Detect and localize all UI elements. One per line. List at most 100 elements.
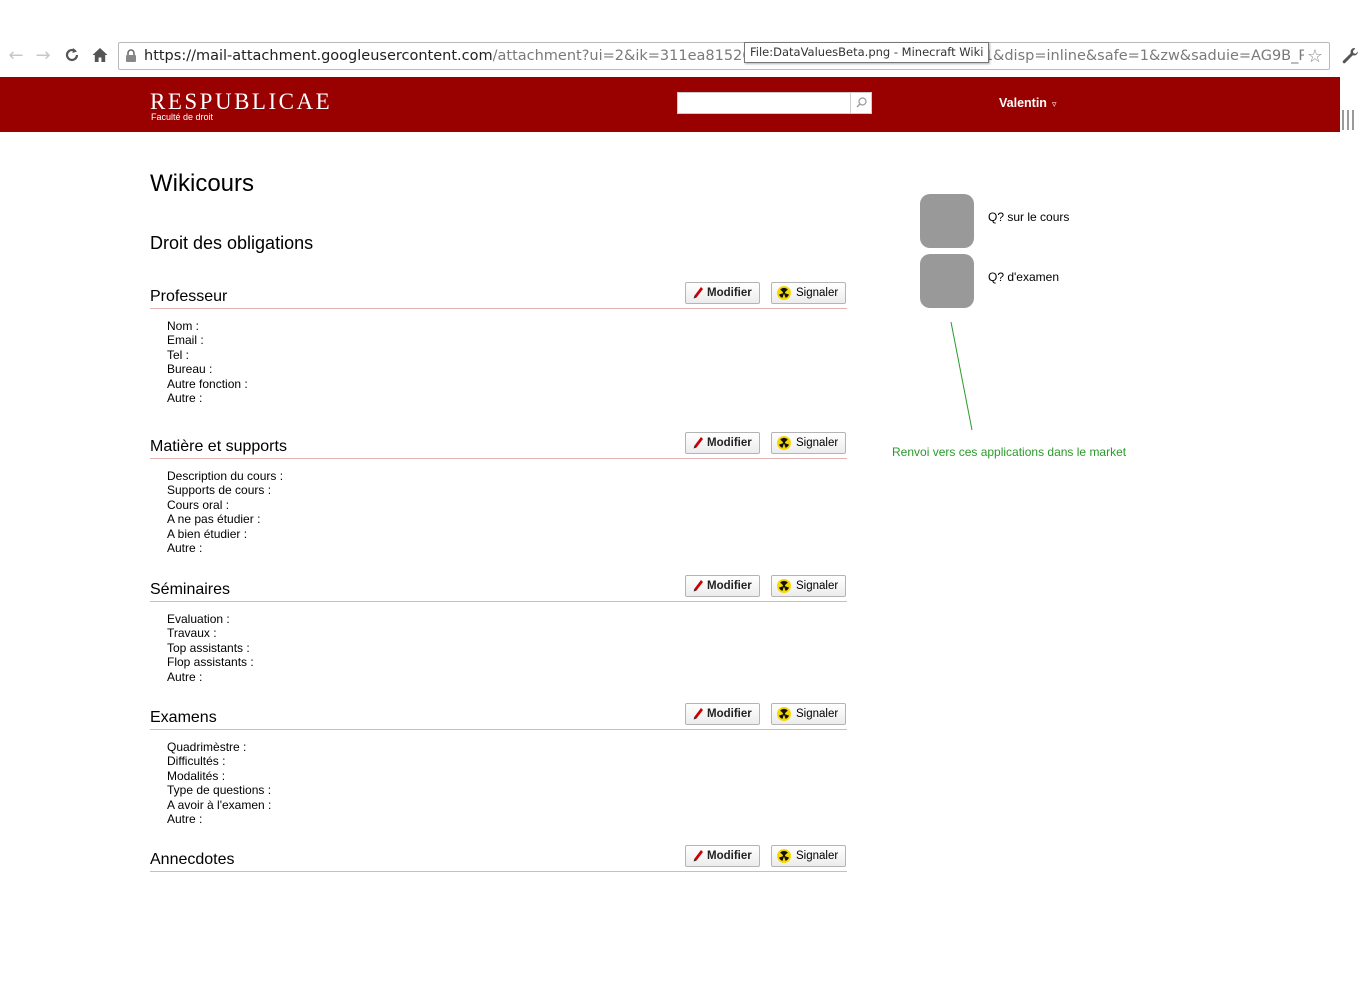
field-list: Nom : Email : Tel : Bureau : Autre fonct…	[167, 319, 248, 405]
field-list: Evaluation : Travaux : Top assistants : …	[167, 612, 254, 684]
field-label: A avoir à l'examen :	[167, 797, 272, 812]
signaler-button[interactable]: Signaler	[771, 845, 846, 867]
section-header: Examens Modifier Signaler	[150, 703, 847, 730]
field-label: Nom :	[167, 319, 200, 333]
course-title: Droit des obligations	[150, 233, 314, 253]
radiation-icon	[777, 436, 791, 450]
field-label: Bureau :	[167, 362, 213, 377]
lock-icon	[126, 49, 136, 62]
search-icon	[856, 97, 867, 108]
section-header: Matière et supports Modifier Signaler	[150, 432, 847, 459]
signaler-button[interactable]: Signaler	[771, 282, 846, 304]
section-examens: Examens Modifier Signaler Quadrimèstre :…	[150, 703, 847, 826]
field-label: Autre :	[167, 812, 203, 827]
browser-chrome: ← → https://mail-attachment.googleuserco…	[0, 0, 1366, 76]
field-label: Cours oral :	[167, 497, 230, 512]
signaler-label: Signaler	[796, 580, 839, 592]
field-label: A bien étudier :	[167, 526, 248, 541]
search-box	[677, 92, 872, 114]
field-label: Top assistants :	[167, 640, 250, 655]
url-text: https://mail-attachment.googleuserconten…	[144, 48, 1304, 64]
tooltip: File:DataValuesBeta.png - Minecraft Wiki	[744, 42, 990, 63]
field-list: Quadrimèstre : Difficultés : Modalités :…	[167, 740, 271, 826]
field-label: Email :	[167, 333, 204, 348]
field-label: Difficultés :	[167, 754, 226, 769]
radiation-icon	[777, 849, 791, 863]
section-title: Annecdotes	[150, 851, 235, 868]
pencil-icon	[693, 850, 703, 862]
annotation-line	[950, 321, 973, 431]
section-matiere: Matière et supports Modifier Signaler De…	[150, 432, 847, 555]
field-list: Description du cours : Supports de cours…	[167, 469, 283, 555]
modifier-label: Modifier	[707, 287, 752, 299]
site-logo-subtitle: Faculté de droit	[151, 112, 214, 122]
field-label: Autre fonction :	[167, 376, 248, 391]
field-label: Evaluation :	[167, 612, 230, 626]
modifier-button[interactable]: Modifier	[685, 703, 760, 725]
search-input[interactable]	[679, 94, 849, 112]
field-label: Modalités :	[167, 768, 226, 783]
site-logo[interactable]: RESPUBLICAE	[150, 90, 332, 114]
wrench-icon[interactable]	[1340, 46, 1360, 66]
user-name: Valentin	[999, 96, 1047, 110]
field-label: Supports de cours :	[167, 483, 272, 498]
radiation-icon	[777, 579, 791, 593]
signaler-button[interactable]: Signaler	[771, 703, 846, 725]
annotation-text: Renvoi vers ces applications dans le mar…	[892, 445, 1127, 459]
field-label: Travaux :	[167, 626, 217, 641]
field-label: Autre :	[167, 669, 203, 684]
app-icon-cours[interactable]	[920, 194, 974, 248]
field-label: Autre :	[167, 391, 203, 406]
section-title: Examens	[150, 709, 217, 726]
forward-arrow-icon[interactable]: →	[33, 46, 53, 66]
modifier-button[interactable]: Modifier	[685, 282, 760, 304]
signaler-label: Signaler	[796, 437, 839, 449]
section-title: Matière et supports	[150, 438, 287, 455]
modifier-label: Modifier	[707, 708, 752, 720]
pencil-icon	[693, 580, 703, 592]
signaler-label: Signaler	[796, 850, 839, 862]
field-label: A ne pas étudier :	[167, 512, 261, 527]
app-icon-examen[interactable]	[920, 254, 974, 308]
reload-icon[interactable]	[62, 46, 82, 66]
section-header: Professeur Modifier Signaler	[150, 282, 847, 309]
back-arrow-icon[interactable]: ←	[6, 46, 26, 66]
signaler-button[interactable]: Signaler	[771, 432, 846, 454]
pencil-icon	[693, 708, 703, 720]
pencil-icon	[693, 287, 703, 299]
section-seminaires: Séminaires Modifier Signaler Evaluation …	[150, 575, 847, 684]
search-button[interactable]	[850, 93, 872, 113]
modifier-label: Modifier	[707, 437, 752, 449]
modifier-button[interactable]: Modifier	[685, 575, 760, 597]
app-label-cours[interactable]: Q? sur le cours	[988, 210, 1069, 224]
section-title: Séminaires	[150, 581, 231, 598]
signaler-label: Signaler	[796, 287, 839, 299]
signaler-label: Signaler	[796, 708, 839, 720]
section-header: Annecdotes Modifier Signaler	[150, 845, 847, 872]
modifier-button[interactable]: Modifier	[685, 432, 760, 454]
field-label: Flop assistants :	[167, 655, 254, 670]
scrollbar-grip[interactable]	[1342, 110, 1362, 130]
address-bar[interactable]: https://mail-attachment.googleuserconten…	[118, 42, 1330, 70]
chevron-down-icon: ▿	[1051, 99, 1057, 109]
radiation-icon	[777, 286, 791, 300]
modifier-label: Modifier	[707, 850, 752, 862]
user-menu[interactable]: Valentin ▿	[999, 96, 1056, 110]
field-label: Tel :	[167, 347, 190, 362]
page-title: Wikicours	[150, 170, 255, 197]
field-label: Quadrimèstre :	[167, 740, 247, 754]
modifier-label: Modifier	[707, 580, 752, 592]
section-title: Professeur	[150, 288, 228, 305]
app-label-examen[interactable]: Q? d'examen	[988, 270, 1059, 284]
home-icon[interactable]	[90, 46, 110, 66]
section-annecdotes: Annecdotes Modifier Signaler	[150, 845, 847, 872]
signaler-button[interactable]: Signaler	[771, 575, 846, 597]
star-icon[interactable]: ☆	[1307, 46, 1323, 67]
field-label: Description du cours :	[167, 469, 284, 483]
section-header: Séminaires Modifier Signaler	[150, 575, 847, 602]
field-label: Type de questions :	[167, 783, 272, 798]
pencil-icon	[693, 437, 703, 449]
url-host: https://mail-attachment.googleuserconten…	[144, 48, 493, 64]
modifier-button[interactable]: Modifier	[685, 845, 760, 867]
field-label: Autre :	[167, 541, 203, 556]
